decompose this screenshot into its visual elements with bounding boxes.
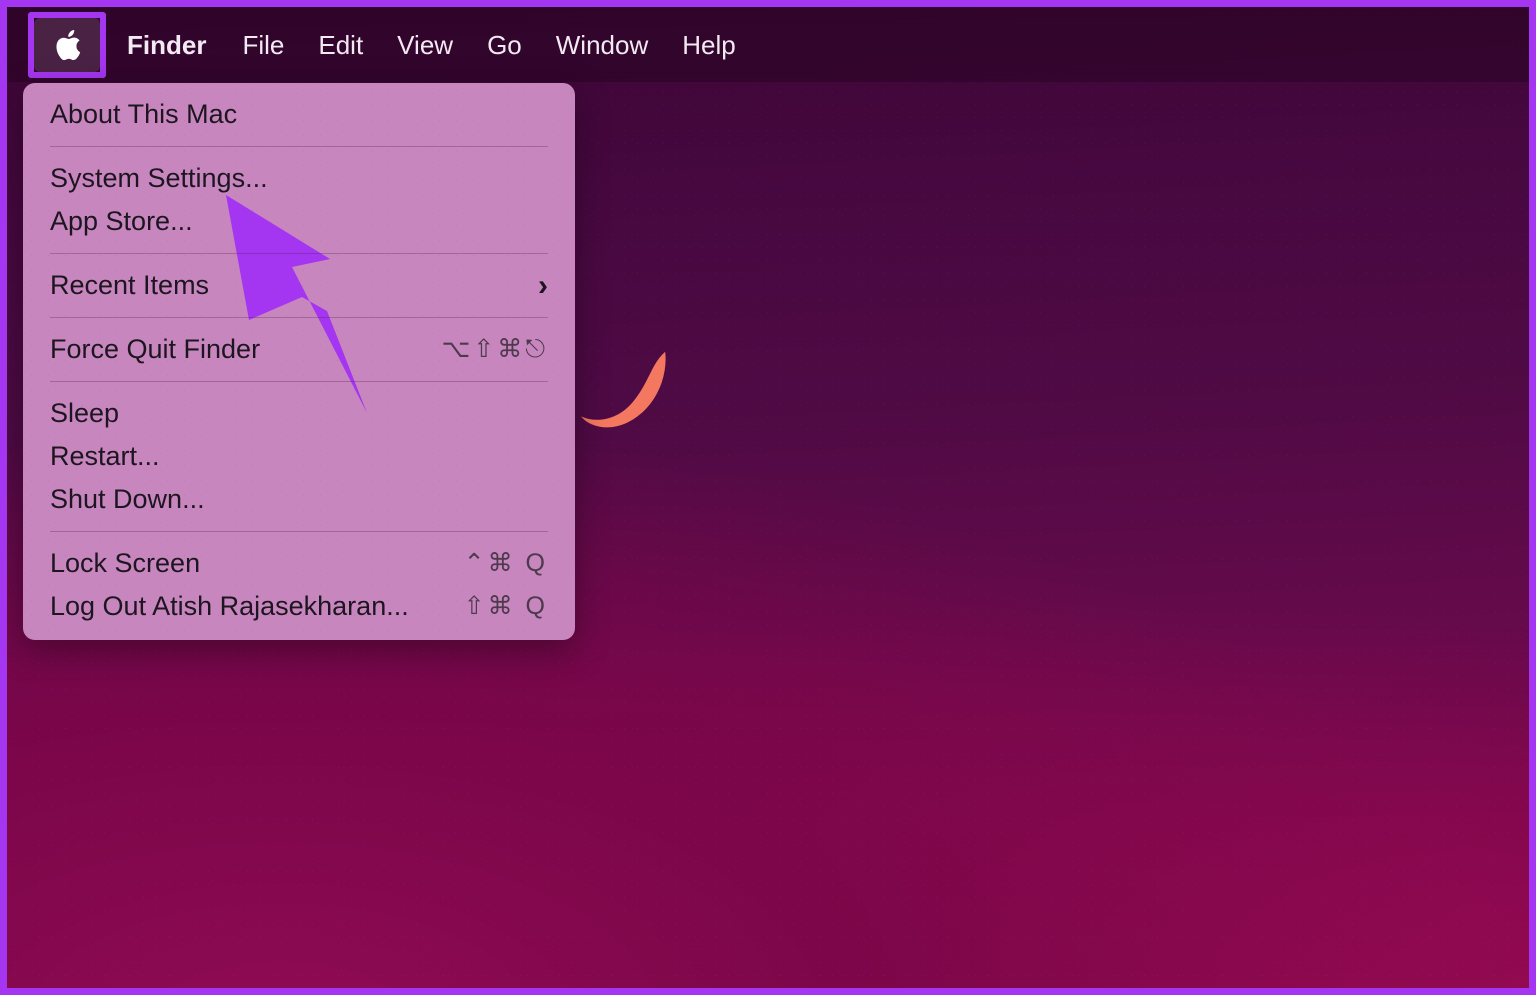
menu-item-recent-items[interactable]: Recent Items › — [23, 264, 575, 307]
menu-item-label: Force Quit Finder — [50, 334, 261, 364]
menu-item-label: Recent Items — [50, 270, 210, 300]
menu-item-label: Lock Screen — [50, 548, 201, 578]
menu-item-log-out[interactable]: Log Out Atish Rajasekharan... ⇧⌘ Q — [23, 585, 575, 628]
menubar-item-file[interactable]: File — [242, 26, 284, 64]
apple-logo-icon — [56, 29, 81, 60]
menu-item-restart[interactable]: Restart... — [23, 435, 575, 478]
menubar-item-window[interactable]: Window — [556, 26, 648, 64]
menu-item-shortcut: ⌃⌘ Q — [463, 549, 548, 577]
menu-item-label: Restart... — [50, 441, 160, 471]
menu-item-app-store[interactable]: App Store... — [23, 200, 575, 243]
menu-item-label: Sleep — [50, 398, 120, 428]
menubar-item-view[interactable]: View — [397, 26, 453, 64]
menu-item-shortcut: ⌥⇧⌘⎋ — [441, 335, 548, 363]
chevron-right-icon: › — [538, 268, 548, 302]
menu-item-label: Log Out Atish Rajasekharan... — [50, 591, 409, 621]
menu-item-sleep[interactable]: Sleep — [23, 392, 575, 435]
menu-item-force-quit-finder[interactable]: Force Quit Finder ⌥⇧⌘⎋ — [23, 328, 575, 371]
menu-separator — [50, 253, 548, 254]
macos-desktop-screenshot: Finder File Edit View Go Window Help Abo… — [0, 0, 1536, 995]
menu-separator — [50, 317, 548, 318]
menu-item-about-this-mac[interactable]: About This Mac — [23, 93, 575, 136]
menu-item-label: About This Mac — [50, 99, 238, 129]
apple-menu-button[interactable] — [28, 11, 106, 78]
menu-item-shut-down[interactable]: Shut Down... — [23, 478, 575, 521]
menu-item-label: App Store... — [50, 206, 193, 236]
menu-bar: Finder File Edit View Go Window Help — [7, 7, 1529, 82]
menu-item-lock-screen[interactable]: Lock Screen ⌃⌘ Q — [23, 542, 575, 585]
menubar-item-help[interactable]: Help — [682, 26, 735, 64]
menu-separator — [50, 381, 548, 382]
menubar-item-go[interactable]: Go — [487, 26, 522, 64]
menu-item-shortcut: ⇧⌘ Q — [463, 592, 548, 620]
apple-dropdown-menu: About This Mac System Settings... App St… — [23, 83, 575, 640]
menu-item-label: System Settings... — [50, 163, 268, 193]
crescent-moon-icon — [580, 351, 666, 428]
menu-separator — [50, 146, 548, 147]
menu-item-system-settings[interactable]: System Settings... — [23, 157, 575, 200]
menubar-item-edit[interactable]: Edit — [318, 26, 363, 64]
menu-separator — [50, 531, 548, 532]
menu-item-label: Shut Down... — [50, 484, 205, 514]
menubar-item-finder[interactable]: Finder — [127, 26, 206, 64]
